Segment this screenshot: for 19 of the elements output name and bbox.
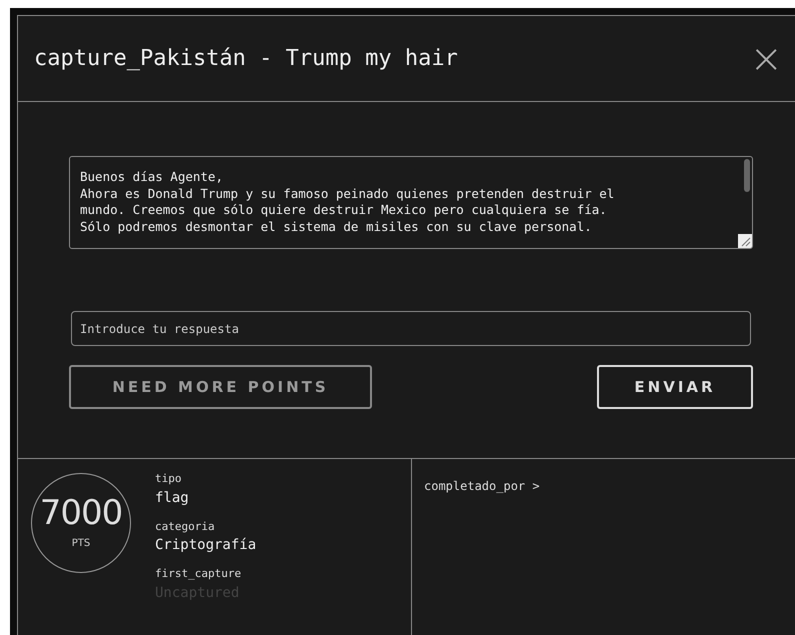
description-line: Buenos días Agente,: [80, 169, 224, 186]
points-unit: PTS: [72, 536, 90, 550]
detail-value: Criptografía: [155, 536, 256, 555]
close-button[interactable]: ×: [749, 38, 783, 78]
detail-label: tipo: [155, 471, 182, 487]
points-value: 7000: [40, 496, 122, 530]
resize-handle-icon: [738, 234, 752, 248]
modal-title: capture_Pakistán - Trump my hair: [34, 45, 458, 73]
answer-field[interactable]: Introduce tu respuesta: [71, 311, 751, 346]
detail-label: categoria: [155, 518, 216, 534]
detail-label: first_capture: [155, 566, 242, 582]
description-line: Ahora es Donald Trump y su famoso peinado quienes pretenden destruir el: [80, 186, 616, 202]
description-line: mundo. Creemos que sólo quiere destruir Mexico pero cualquiera se fía.: [80, 202, 608, 218]
scrollbar-thumb: [744, 159, 750, 192]
description-line: Sólo podremos desmontar el sistema de misiles con su clave personal.: [80, 218, 593, 235]
detail-value: flag: [155, 488, 190, 508]
submit-button[interactable]: ENVIAR: [597, 365, 753, 409]
solvers-heading[interactable]: completado_por >: [424, 479, 540, 493]
description-box[interactable]: [69, 156, 753, 249]
